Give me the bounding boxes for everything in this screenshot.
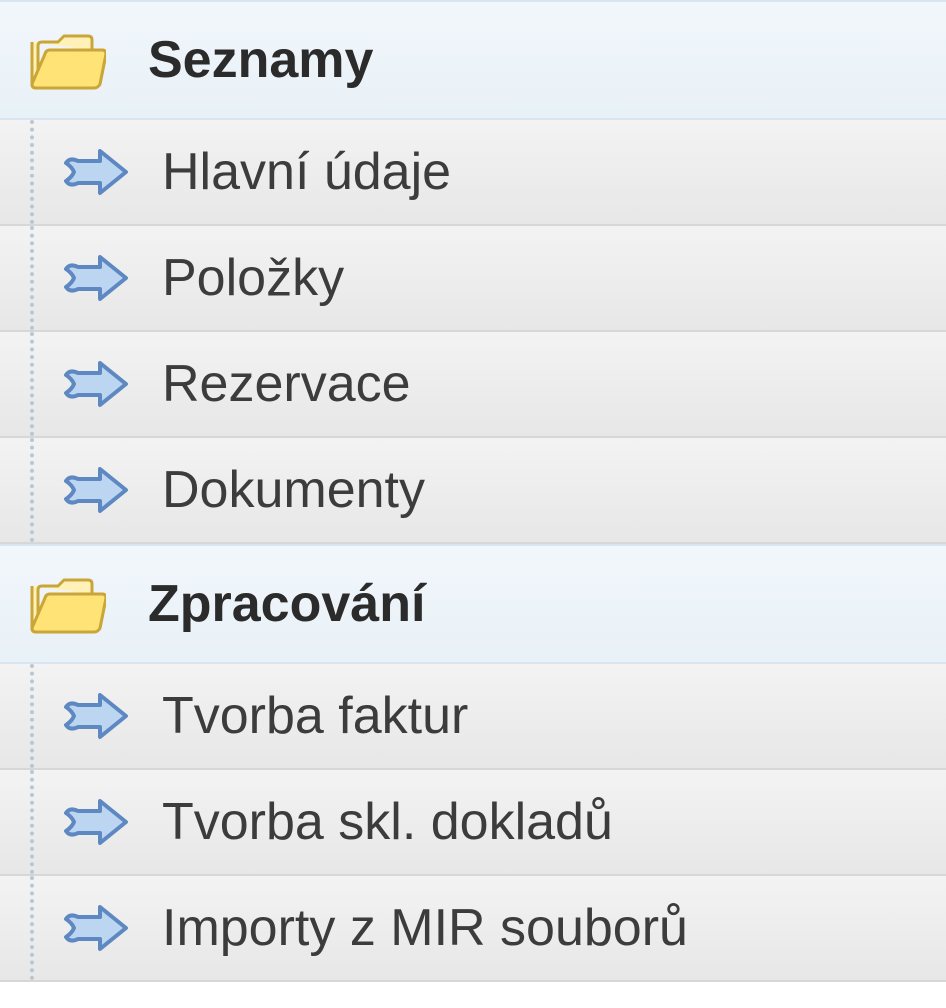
arrow-right-icon bbox=[60, 355, 150, 413]
tree-group-zpracovani[interactable]: Zpracování bbox=[0, 544, 946, 664]
tree-item-label: Tvorba skl. dokladů bbox=[150, 796, 613, 848]
tree-line bbox=[0, 664, 60, 768]
tree-item-label: Rezervace bbox=[150, 358, 411, 410]
tree-line bbox=[0, 438, 60, 542]
tree-item-importy-mir[interactable]: Importy z MIR souborů bbox=[0, 876, 946, 982]
tree-item-label: Tvorba faktur bbox=[150, 690, 468, 742]
tree-item-label: Položky bbox=[150, 252, 344, 304]
tree-item-rezervace[interactable]: Rezervace bbox=[0, 332, 946, 438]
tree-item-label: Hlavní údaje bbox=[150, 146, 451, 198]
tree-item-tvorba-skl-dokladu[interactable]: Tvorba skl. dokladů bbox=[0, 770, 946, 876]
tree-line bbox=[0, 226, 60, 330]
tree-group-title: Zpracování bbox=[118, 578, 425, 630]
tree-group-seznamy[interactable]: Seznamy bbox=[0, 0, 946, 120]
arrow-right-icon bbox=[60, 687, 150, 745]
folder-open-icon bbox=[28, 28, 118, 92]
navigation-tree: Seznamy Hlavní údaje Položky Rezervace bbox=[0, 0, 946, 1008]
tree-item-hlavni-udaje[interactable]: Hlavní údaje bbox=[0, 120, 946, 226]
tree-item-polozky[interactable]: Položky bbox=[0, 226, 946, 332]
tree-item-tvorba-faktur[interactable]: Tvorba faktur bbox=[0, 664, 946, 770]
arrow-right-icon bbox=[60, 249, 150, 307]
tree-item-label: Dokumenty bbox=[150, 464, 425, 516]
arrow-right-icon bbox=[60, 461, 150, 519]
tree-line bbox=[0, 876, 60, 980]
folder-open-icon bbox=[28, 572, 118, 636]
arrow-right-icon bbox=[60, 793, 150, 851]
tree-item-dokumenty[interactable]: Dokumenty bbox=[0, 438, 946, 544]
tree-group-title: Seznamy bbox=[118, 34, 373, 86]
tree-line bbox=[0, 120, 60, 224]
tree-line bbox=[0, 770, 60, 874]
tree-line bbox=[0, 332, 60, 436]
arrow-right-icon bbox=[60, 143, 150, 201]
tree-item-label: Importy z MIR souborů bbox=[150, 902, 688, 954]
arrow-right-icon bbox=[60, 899, 150, 957]
